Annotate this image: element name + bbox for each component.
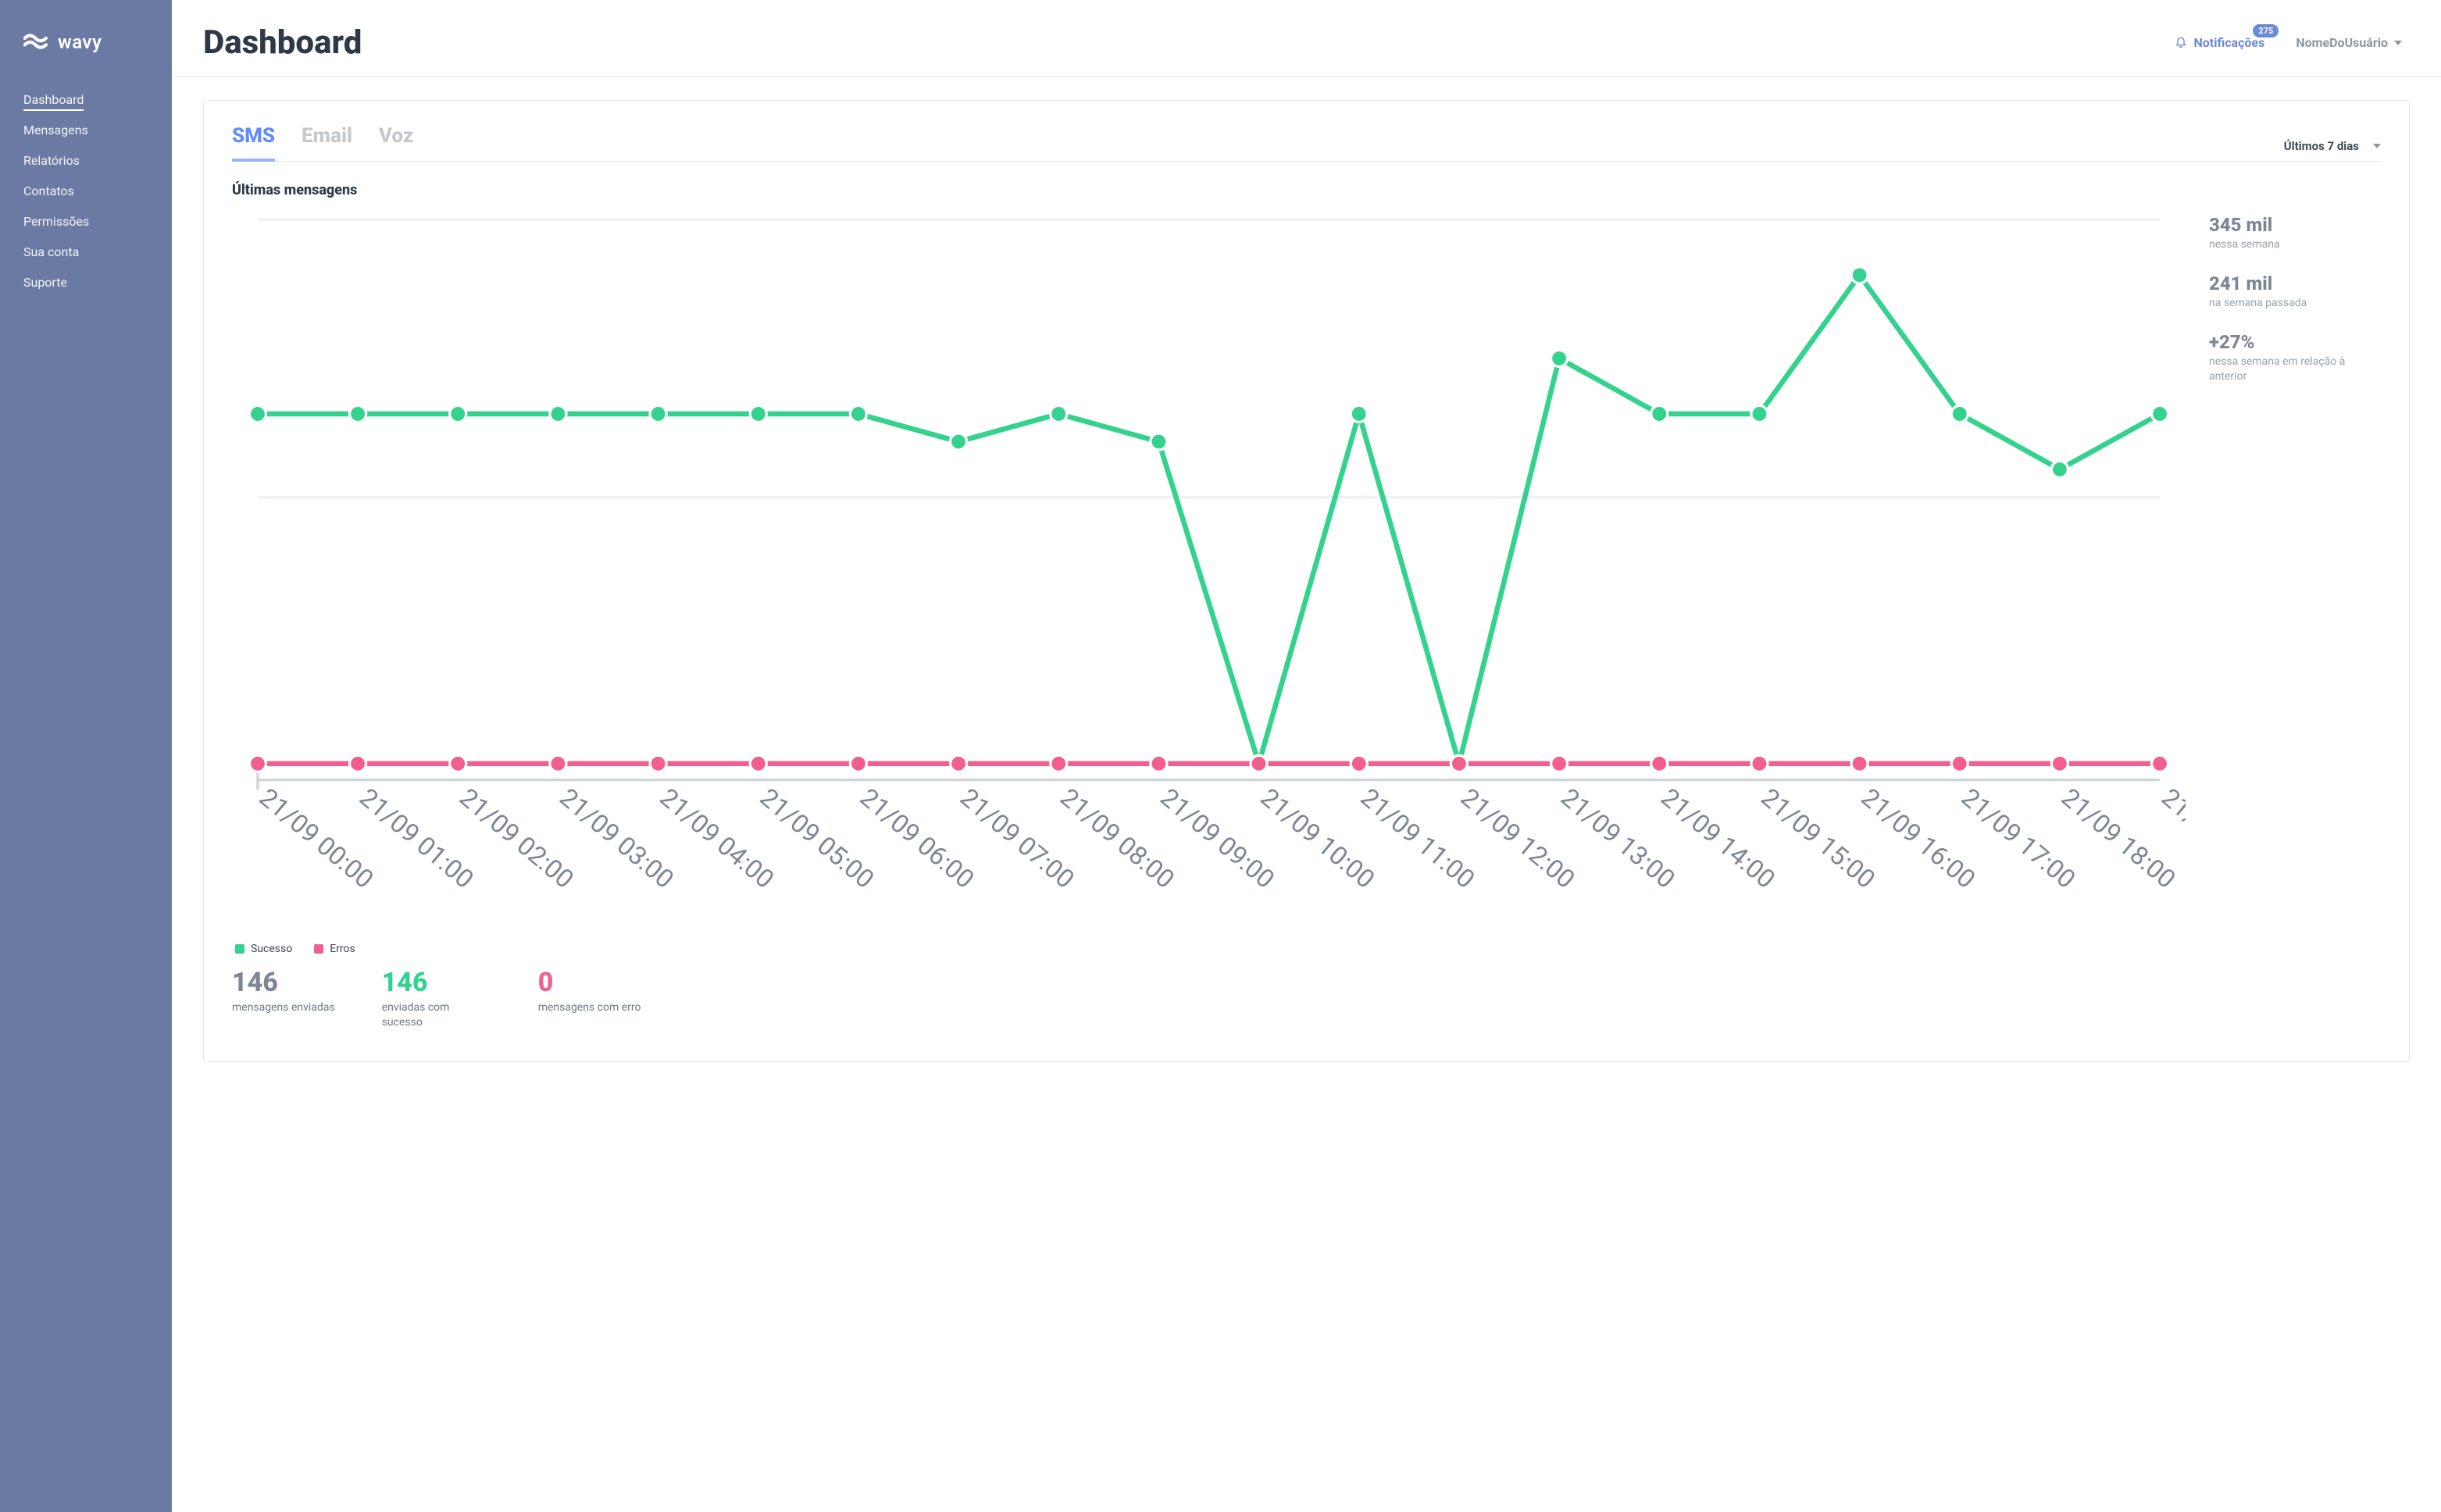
chevron-down-icon bbox=[2373, 144, 2381, 148]
sidebar-item-label: Suporte bbox=[23, 275, 67, 290]
period-dropdown[interactable]: Últimos 7 dias bbox=[2284, 139, 2381, 161]
sidebar-item-label: Permissões bbox=[23, 214, 89, 229]
summary-stats: 146 mensagens enviadas 146 enviadas com suc… bbox=[232, 969, 2186, 1030]
side-stat-value: 241 mil bbox=[2209, 273, 2381, 294]
legend-errors: Erros bbox=[314, 943, 355, 955]
section-title: Últimas mensagens bbox=[232, 182, 2381, 198]
sidebar-item[interactable]: Suporte bbox=[23, 267, 172, 298]
side-stat-label: na semana passada bbox=[2209, 296, 2381, 311]
sidebar-item[interactable]: Contatos bbox=[23, 176, 172, 206]
page-title: Dashboard bbox=[203, 23, 362, 62]
summary-value: 0 bbox=[538, 969, 641, 996]
summary-value: 146 bbox=[382, 969, 491, 996]
main: Dashboard Notificações 275 NomeDoUsuário bbox=[172, 0, 2441, 1512]
summary-stat: 146 mensagens enviadas bbox=[232, 969, 335, 1030]
summary-label: mensagens enviadas bbox=[232, 1000, 335, 1015]
legend-success: Sucesso bbox=[235, 943, 292, 955]
sidebar-nav: Dashboard Mensagens Relatórios Contatos Perm… bbox=[0, 84, 172, 298]
dashboard-card: SMS Email Voz Últimos 7 dias Últimas mensa… bbox=[203, 100, 2410, 1062]
sidebar: wavy Dashboard Mensagens Relatórios Contato… bbox=[0, 0, 172, 1512]
summary-stat: 146 enviadas com sucesso bbox=[382, 969, 491, 1030]
summary-label: enviadas com sucesso bbox=[382, 1000, 491, 1030]
sidebar-item-label: Contatos bbox=[23, 184, 74, 198]
sidebar-item[interactable]: Dashboard bbox=[23, 84, 172, 115]
side-stats: 345 milnessa semana 241 mil na semana pass… bbox=[2209, 209, 2381, 1030]
user-menu[interactable]: NomeDoUsuário bbox=[2296, 35, 2402, 50]
chevron-down-icon bbox=[2394, 41, 2402, 45]
notifications-badge: 275 bbox=[2253, 24, 2279, 37]
sidebar-item-label: Sua conta bbox=[23, 244, 79, 259]
side-stat-label: nessa semana em relação à anterior bbox=[2209, 355, 2381, 384]
summary-stat: 0 mensagens com erro bbox=[538, 969, 641, 1030]
tab[interactable]: Voz bbox=[379, 119, 413, 161]
tab[interactable]: SMS bbox=[232, 119, 275, 162]
logo: wavy bbox=[0, 31, 172, 84]
header: Dashboard Notificações 275 NomeDoUsuário bbox=[172, 0, 2441, 77]
side-stat: +27%nessa semana em relação à anterior bbox=[2209, 331, 2381, 384]
user-name: NomeDoUsuário bbox=[2296, 35, 2388, 50]
notifications-label: Notificações bbox=[2193, 35, 2264, 50]
summary-value: 146 bbox=[232, 969, 335, 996]
sidebar-item-label: Mensagens bbox=[23, 123, 88, 137]
side-stat-value: 345 mil bbox=[2209, 214, 2381, 236]
side-stat: 241 mil na semana passada bbox=[2209, 273, 2381, 311]
legend-label-success: Sucesso bbox=[251, 943, 292, 955]
chart-legend: Sucesso Erros bbox=[235, 943, 2186, 955]
legend-label-errors: Erros bbox=[330, 943, 355, 955]
legend-swatch-errors bbox=[314, 944, 323, 954]
logo-icon bbox=[23, 34, 50, 51]
bell-icon bbox=[2175, 35, 2187, 51]
summary-label: mensagens com erro bbox=[538, 1000, 641, 1015]
sidebar-item[interactable]: Relatórios bbox=[23, 145, 172, 176]
sidebar-item[interactable]: Mensagens bbox=[23, 115, 172, 145]
sidebar-item[interactable]: Sua conta bbox=[23, 237, 172, 267]
side-stat: 345 milnessa semana bbox=[2209, 214, 2381, 252]
period-selected: Últimos 7 dias bbox=[2284, 139, 2359, 153]
tab[interactable]: Email bbox=[302, 119, 352, 161]
channel-tabs: SMS Email Voz bbox=[232, 119, 413, 161]
side-stat-value: +27% bbox=[2209, 331, 2381, 353]
side-stat-label: nessa semana bbox=[2209, 237, 2381, 252]
sidebar-item[interactable]: Permissões bbox=[23, 206, 172, 237]
logo-text: wavy bbox=[58, 31, 102, 53]
sidebar-item-label: Relatórios bbox=[23, 153, 80, 168]
messages-chart: 21/09 00:0021/09 01:0021/09 02:0021/09 0… bbox=[232, 209, 2186, 1030]
notifications-button[interactable]: Notificações 275 bbox=[2175, 35, 2264, 51]
sidebar-item-label: Dashboard bbox=[23, 92, 84, 111]
legend-swatch-success bbox=[235, 944, 244, 954]
